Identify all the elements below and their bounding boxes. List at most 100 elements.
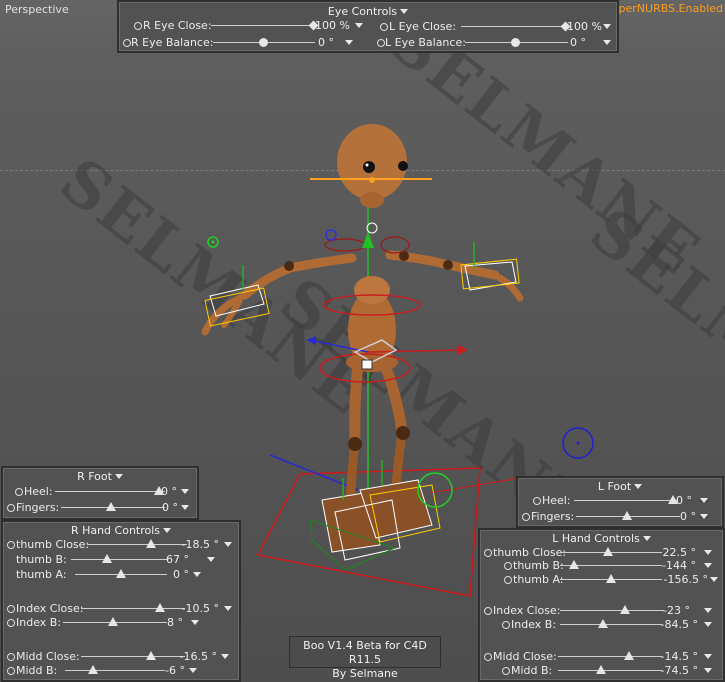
l-fingers-chevron-icon[interactable] (700, 514, 708, 519)
r-thumb-b-knob[interactable] (102, 554, 112, 563)
l-hand-title[interactable]: L Hand Controls (480, 532, 723, 545)
l-index-b-value[interactable]: -84.5 ° (658, 618, 698, 631)
r-eye-close-chevron-icon[interactable] (355, 23, 363, 28)
r-index-b-chevron-icon[interactable] (191, 620, 199, 625)
r-heel-chevron-icon[interactable] (181, 489, 189, 494)
r-eye-close-radio[interactable] (134, 22, 142, 30)
l-index-close-chevron-icon[interactable] (704, 608, 712, 613)
l-fingers-value[interactable]: 0 ° (666, 510, 696, 523)
l-eye-balance-value[interactable]: 0 ° (556, 36, 586, 49)
l-index-close-slider[interactable] (560, 610, 664, 611)
r-midd-close-value[interactable]: -16.5 ° (177, 650, 217, 663)
l-eye-close-chevron-icon[interactable] (603, 24, 611, 29)
l-thumb-a-radio[interactable] (504, 576, 512, 584)
r-thumb-a-knob[interactable] (116, 569, 126, 578)
l-eye-balance-radio[interactable] (377, 39, 385, 47)
l-thumb-close-value[interactable]: 22.5 ° (658, 546, 697, 559)
eye-controls-title[interactable]: Eye Controls (119, 5, 617, 18)
l-thumb-b-value[interactable]: -144 ° (658, 559, 696, 572)
r-thumb-a-chevron-icon[interactable] (193, 572, 201, 577)
r-midd-close-chevron-icon[interactable] (221, 654, 229, 659)
r-index-close-slider[interactable] (81, 608, 185, 609)
r-eye-balance-radio[interactable] (123, 39, 131, 47)
l-fingers-knob[interactable] (622, 511, 632, 520)
l-eye-close-radio[interactable] (380, 23, 388, 31)
r-midd-close-slider[interactable] (81, 656, 185, 657)
r-eye-balance-knob[interactable] (259, 38, 268, 47)
r-eye-close-value[interactable]: 100 % (315, 19, 350, 32)
l-midd-b-value[interactable]: -74.5 ° (658, 664, 698, 677)
l-index-b-slider[interactable] (560, 624, 662, 625)
l-index-b-chevron-icon[interactable] (704, 622, 712, 627)
l-thumb-a-value[interactable]: -156.5 ° (658, 573, 708, 586)
l-fingers-radio[interactable] (522, 513, 530, 521)
l-index-close-radio[interactable] (484, 607, 492, 615)
l-foot-title[interactable]: L Foot (518, 480, 722, 493)
r-eye-balance-value[interactable]: 0 ° (304, 36, 334, 49)
r-hand-title[interactable]: R Hand Controls (3, 524, 239, 537)
l-thumb-a-chevron-icon[interactable] (710, 577, 718, 582)
r-index-close-chevron-icon[interactable] (224, 606, 232, 611)
3d-viewport[interactable]: SELMANE SELMANE SELMANE SELMANE Perspect… (0, 0, 725, 682)
r-eye-balance-chevron-icon[interactable] (345, 40, 353, 45)
l-thumb-close-radio[interactable] (484, 549, 492, 557)
l-index-close-value[interactable]: -23 ° (660, 604, 690, 617)
l-midd-close-knob[interactable] (624, 651, 634, 660)
l-midd-b-chevron-icon[interactable] (704, 668, 712, 673)
l-midd-b-radio[interactable] (502, 667, 510, 675)
l-midd-b-knob[interactable] (596, 665, 606, 674)
r-thumb-b-value[interactable]: 67 ° (159, 553, 189, 566)
r-midd-b-slider[interactable] (65, 670, 165, 671)
r-fingers-value[interactable]: 0 ° (148, 501, 178, 514)
l-thumb-close-knob[interactable] (603, 547, 613, 556)
r-midd-b-chevron-icon[interactable] (189, 668, 197, 673)
r-foot-title[interactable]: R Foot (3, 470, 197, 483)
l-thumb-a-knob[interactable] (606, 574, 616, 583)
r-thumb-b-slider[interactable] (71, 559, 167, 560)
r-thumb-close-slider[interactable] (87, 544, 187, 545)
l-thumb-b-radio[interactable] (504, 562, 512, 570)
r-midd-close-knob[interactable] (146, 651, 156, 660)
r-heel-radio[interactable] (15, 488, 23, 496)
r-thumb-close-chevron-icon[interactable] (224, 542, 232, 547)
l-eye-balance-chevron-icon[interactable] (603, 40, 611, 45)
r-midd-close-radio[interactable] (7, 653, 15, 661)
r-thumb-close-value[interactable]: -18.5 ° (179, 538, 219, 551)
l-midd-close-chevron-icon[interactable] (704, 654, 712, 659)
l-heel-chevron-icon[interactable] (700, 498, 708, 503)
l-index-close-knob[interactable] (620, 605, 630, 614)
l-midd-close-slider[interactable] (558, 656, 662, 657)
r-midd-b-value[interactable]: -6 ° (159, 664, 185, 677)
l-midd-b-slider[interactable] (558, 670, 662, 671)
r-index-b-value[interactable]: 8 ° (163, 616, 183, 629)
r-index-close-knob[interactable] (155, 603, 165, 612)
l-index-b-knob[interactable] (598, 619, 608, 628)
r-eye-close-slider[interactable] (211, 25, 315, 26)
r-thumb-b-chevron-icon[interactable] (207, 557, 215, 562)
r-thumb-close-radio[interactable] (7, 541, 15, 549)
r-index-close-radio[interactable] (7, 605, 15, 613)
l-midd-close-value[interactable]: -14.5 ° (658, 650, 698, 663)
l-thumb-b-chevron-icon[interactable] (704, 563, 712, 568)
l-midd-close-radio[interactable] (484, 653, 492, 661)
r-fingers-knob[interactable] (106, 502, 116, 511)
l-heel-slider[interactable] (574, 500, 678, 501)
r-midd-b-radio[interactable] (7, 667, 15, 675)
r-fingers-radio[interactable] (7, 504, 15, 512)
r-thumb-a-value[interactable]: 0 ° (163, 568, 189, 581)
l-heel-radio[interactable] (533, 497, 541, 505)
r-fingers-chevron-icon[interactable] (181, 505, 189, 510)
l-eye-close-value[interactable]: 100 % (567, 20, 602, 33)
r-midd-b-knob[interactable] (88, 665, 98, 674)
l-eye-close-slider[interactable] (461, 26, 566, 27)
l-thumb-b-knob[interactable] (569, 560, 579, 569)
r-index-b-radio[interactable] (7, 619, 15, 627)
l-heel-value[interactable]: 0 ° (668, 494, 692, 507)
r-index-close-value[interactable]: -10.5 ° (179, 602, 219, 615)
r-thumb-close-knob[interactable] (146, 539, 156, 548)
r-index-b-knob[interactable] (108, 617, 118, 626)
r-heel-value[interactable]: 0 ° (153, 485, 177, 498)
l-thumb-close-chevron-icon[interactable] (704, 550, 712, 555)
l-index-b-radio[interactable] (502, 621, 510, 629)
r-heel-slider[interactable] (55, 491, 165, 492)
